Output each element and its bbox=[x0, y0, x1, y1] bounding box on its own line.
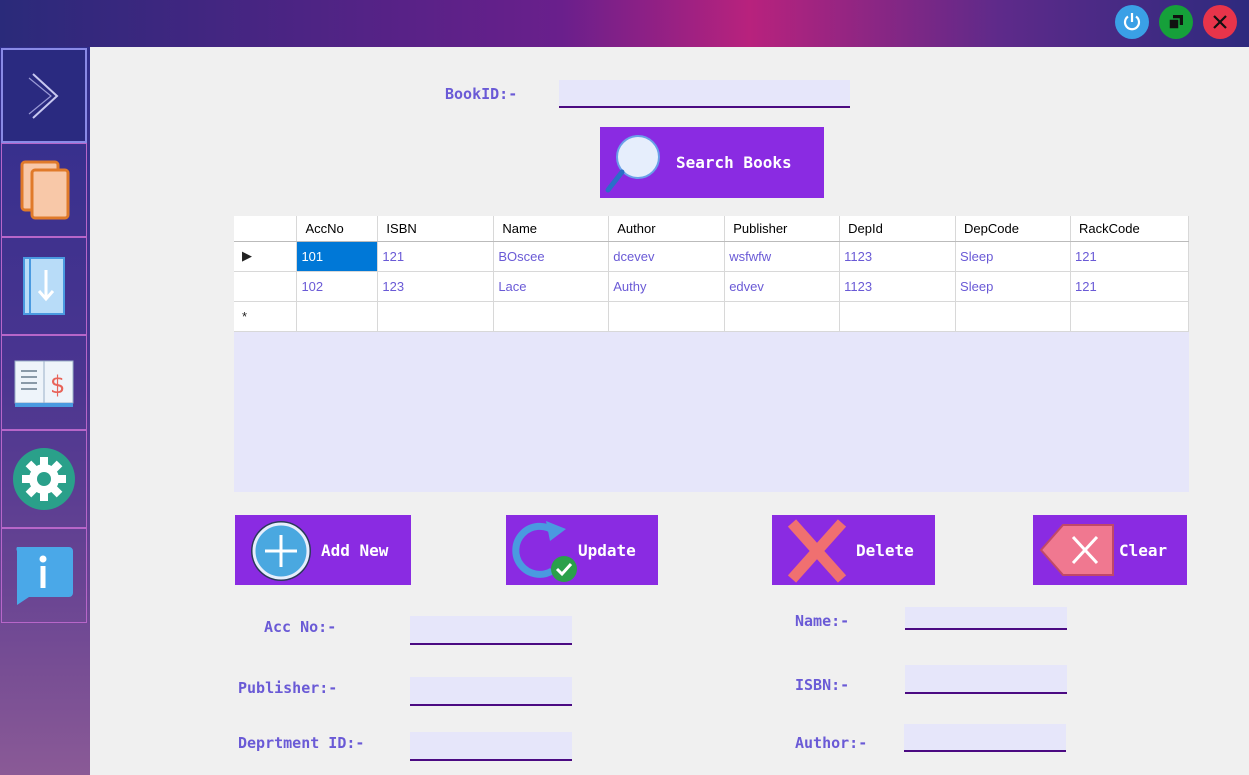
sidebar: $ bbox=[0, 47, 90, 775]
grid-cell[interactable]: Authy bbox=[608, 271, 726, 302]
grid-cell[interactable]: 1123 bbox=[839, 271, 957, 302]
grid-cell[interactable] bbox=[377, 301, 495, 332]
sidebar-item-issue[interactable] bbox=[1, 237, 87, 335]
search-icon bbox=[605, 135, 660, 193]
gear-icon bbox=[13, 448, 75, 510]
author-input[interactable] bbox=[904, 724, 1066, 752]
publisher-input[interactable] bbox=[410, 677, 572, 706]
books-grid[interactable]: AccNo ISBN Name Author Publisher DepId D… bbox=[234, 216, 1190, 492]
grid-cell[interactable]: 1123 bbox=[839, 241, 957, 272]
clear-label: Clear bbox=[1119, 540, 1168, 560]
bookid-input[interactable] bbox=[559, 80, 850, 108]
grid-cell[interactable]: 102 bbox=[296, 271, 379, 302]
grid-header-publisher[interactable]: Publisher bbox=[724, 216, 841, 242]
name-input[interactable] bbox=[905, 607, 1067, 630]
grid-cell[interactable] bbox=[955, 301, 1071, 332]
delete-label: Delete bbox=[856, 540, 914, 560]
department-id-label: Deprtment ID:- bbox=[238, 734, 365, 752]
grid-header-depcode[interactable]: DepCode bbox=[955, 216, 1071, 242]
sidebar-item-books[interactable] bbox=[1, 143, 87, 237]
table-row[interactable]: 102 123 Lace Authy edvev 1123 Sleep 121 bbox=[234, 271, 1190, 302]
sidebar-item-settings[interactable] bbox=[1, 430, 87, 528]
isbn-input[interactable] bbox=[905, 665, 1067, 694]
add-new-label: Add New bbox=[321, 540, 389, 560]
grid-cell[interactable]: 121 bbox=[1070, 271, 1190, 302]
grid-cell[interactable]: wsfwfw bbox=[724, 241, 841, 272]
author-label: Author:- bbox=[795, 734, 868, 752]
search-books-button[interactable]: Search Books bbox=[600, 127, 824, 198]
sidebar-item-fine[interactable]: $ bbox=[1, 335, 87, 430]
grid-header-isbn[interactable]: ISBN bbox=[377, 216, 495, 242]
row-header-new[interactable]: * bbox=[234, 301, 298, 332]
grid-cell[interactable]: Sleep bbox=[955, 241, 1071, 272]
grid-cell[interactable] bbox=[296, 301, 379, 332]
grid-header-accno[interactable]: AccNo bbox=[296, 216, 379, 242]
info-icon bbox=[16, 546, 73, 605]
grid-header-depid[interactable]: DepId bbox=[839, 216, 957, 242]
isbn-label: ISBN:- bbox=[795, 676, 850, 694]
book-price-icon: $ bbox=[14, 360, 74, 407]
grid-header-name[interactable]: Name bbox=[493, 216, 610, 242]
update-label: Update bbox=[578, 540, 636, 560]
department-id-input[interactable] bbox=[410, 732, 572, 761]
grid-cell[interactable] bbox=[724, 301, 841, 332]
sidebar-toggle-button[interactable] bbox=[1, 48, 87, 143]
delete-button[interactable]: Delete bbox=[772, 515, 935, 585]
close-icon[interactable] bbox=[1203, 5, 1237, 39]
search-books-label: Search Books bbox=[676, 153, 792, 172]
acc-no-label: Acc No:- bbox=[264, 618, 337, 636]
table-row-new[interactable]: * bbox=[234, 301, 1190, 332]
title-bar bbox=[0, 0, 1249, 47]
grid-cell[interactable]: edvev bbox=[724, 271, 841, 302]
svg-text:$: $ bbox=[50, 371, 65, 399]
grid-cell[interactable]: Sleep bbox=[955, 271, 1071, 302]
clear-button[interactable]: Clear bbox=[1033, 515, 1187, 585]
grid-cell[interactable]: dcevev bbox=[608, 241, 726, 272]
grid-cell[interactable] bbox=[1070, 301, 1190, 332]
backspace-clear-icon bbox=[1039, 524, 1114, 576]
chevron-right-icon bbox=[28, 72, 59, 119]
acc-no-input[interactable] bbox=[410, 616, 572, 645]
row-header-current[interactable]: ▶ bbox=[234, 241, 298, 272]
grid-header-rackcode[interactable]: RackCode bbox=[1070, 216, 1190, 242]
grid-cell[interactable]: 123 bbox=[377, 271, 495, 302]
add-new-button[interactable]: Add New bbox=[235, 515, 411, 585]
grid-cell[interactable]: BOscee bbox=[493, 241, 610, 272]
grid-cell[interactable] bbox=[839, 301, 957, 332]
grid-cell[interactable]: Lace bbox=[493, 271, 610, 302]
name-label: Name:- bbox=[795, 612, 850, 630]
power-icon[interactable] bbox=[1115, 5, 1149, 39]
publisher-label: Publisher:- bbox=[238, 679, 338, 697]
add-circle-icon bbox=[251, 521, 311, 581]
table-row[interactable]: ▶ 101 121 BOscee dcevev wsfwfw 1123 Slee… bbox=[234, 241, 1190, 272]
sidebar-item-about[interactable] bbox=[1, 528, 87, 623]
grid-cell[interactable]: 101 bbox=[296, 241, 379, 272]
books-icon bbox=[20, 160, 70, 220]
update-button[interactable]: Update bbox=[506, 515, 658, 585]
refresh-check-icon bbox=[512, 521, 577, 582]
bookid-label: BookID:- bbox=[445, 85, 518, 103]
download-book-icon bbox=[23, 257, 65, 315]
delete-x-icon bbox=[787, 519, 847, 583]
grid-cell[interactable] bbox=[608, 301, 726, 332]
grid-header-corner bbox=[234, 216, 298, 242]
row-header[interactable] bbox=[234, 271, 298, 302]
grid-cell[interactable]: 121 bbox=[377, 241, 495, 272]
grid-cell[interactable] bbox=[493, 301, 610, 332]
grid-cell[interactable]: 121 bbox=[1070, 241, 1190, 272]
grid-header-author[interactable]: Author bbox=[608, 216, 726, 242]
restore-icon[interactable] bbox=[1159, 5, 1193, 39]
